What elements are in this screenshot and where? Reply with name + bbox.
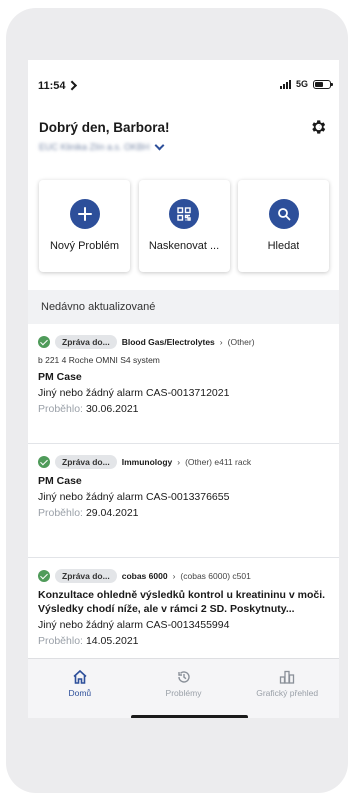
item-category: cobas 6000 <box>121 571 168 581</box>
scan-label: Naskenovat ... <box>148 240 220 252</box>
item-description: Jiný nebo žádný alarm CAS-0013712021 <box>38 387 230 399</box>
status-bar: 11:54 5G <box>28 60 339 92</box>
item-date: Proběhlo: 30.06.2021 <box>38 403 329 415</box>
signal-icon <box>279 79 291 89</box>
item-date-label: Proběhlo: <box>38 403 83 415</box>
home-indicator <box>131 715 248 718</box>
list-item[interactable]: Zpráva do... Immunology › (Other) e411 r… <box>28 444 339 558</box>
home-icon <box>73 669 87 684</box>
item-date-value: 14.05.2021 <box>85 635 139 647</box>
phone-frame: 11:54 5G Dobrý den, Barbora! EUC Klinika… <box>6 8 348 793</box>
organization-selector[interactable]: EUC Klinika Zlín a.s. OKBH <box>39 140 164 152</box>
status-time: 11:54 <box>38 80 77 92</box>
battery-icon <box>313 79 333 89</box>
item-category: Immunology <box>121 457 173 467</box>
item-subcategory: (cobas 6000) c501 <box>180 571 251 581</box>
item-date-label: Proběhlo: <box>38 507 83 519</box>
item-date-value: 29.04.2021 <box>85 507 139 519</box>
recent-section-header: Nedávno aktualizované <box>28 290 339 324</box>
item-category: Blood Gas/Electrolytes <box>121 337 215 347</box>
chevron-down-icon <box>154 140 164 150</box>
search-label: Hledat <box>267 240 300 252</box>
item-subcategory: (Other) <box>227 337 255 347</box>
item-meta: Zpráva do... Blood Gas/Electrolytes › (O… <box>38 335 329 349</box>
history-icon <box>177 671 190 683</box>
item-title: PM Case <box>38 371 82 383</box>
nav-graphical-overview[interactable]: Grafický přehled <box>235 659 339 718</box>
item-description: Jiný nebo žádný alarm CAS-0013455994 <box>38 619 230 631</box>
plus-icon <box>69 199 100 229</box>
item-title: PM Case <box>38 475 82 487</box>
recent-section-title: Nedávno aktualizované <box>41 301 156 313</box>
chevron-right-icon: › <box>172 571 176 581</box>
bottom-navigation: Domů Problémy Grafický přehled <box>28 658 339 718</box>
status-indicators: 5G <box>279 79 333 89</box>
status-badge: Zpráva do... <box>55 335 117 349</box>
check-circle-icon <box>38 336 50 348</box>
check-circle-icon <box>38 570 50 582</box>
gear-icon[interactable] <box>309 118 327 136</box>
item-description: Jiný nebo žádný alarm CAS-0013376655 <box>38 491 230 503</box>
new-problem-button[interactable]: Nový Problém <box>39 180 130 272</box>
location-arrow-icon <box>66 80 77 91</box>
search-icon <box>268 199 299 229</box>
nav-problems-label: Problémy <box>165 688 202 698</box>
qr-code-icon <box>169 199 199 229</box>
check-circle-icon <box>38 456 50 468</box>
new-problem-label: Nový Problém <box>49 240 120 252</box>
nav-graphical-overview-label: Grafický přehled <box>256 688 319 698</box>
nav-home-label: Domů <box>68 688 92 698</box>
status-badge: Zpráva do... <box>55 455 117 469</box>
search-button[interactable]: Hledat <box>238 180 329 272</box>
quick-actions: Nový Problém Naskenovat ... Hledat <box>39 180 329 272</box>
greeting-title: Dobrý den, Barbora! <box>39 120 170 135</box>
item-date-value: 30.06.2021 <box>85 403 139 415</box>
bar-chart-icon <box>280 670 295 684</box>
list-item[interactable]: Zpráva do... Blood Gas/Electrolytes › (O… <box>28 324 339 444</box>
item-subcategory: (Other) e411 rack <box>185 457 252 467</box>
scan-button[interactable]: Naskenovat ... <box>138 180 230 272</box>
item-date-label: Proběhlo: <box>38 635 83 647</box>
recent-list: Zpráva do... Blood Gas/Electrolytes › (O… <box>28 324 339 672</box>
item-meta: Zpráva do... Immunology › (Other) e411 r… <box>38 455 329 469</box>
item-meta: Zpráva do... cobas 6000 › (cobas 6000) c… <box>38 569 329 583</box>
nav-problems[interactable]: Problémy <box>132 659 236 718</box>
status-badge: Zpráva do... <box>55 569 117 583</box>
organization-name: EUC Klinika Zlín a.s. OKBH <box>39 142 150 152</box>
item-title: Konzultace ohledně výsledků kontrol u kr… <box>38 589 326 615</box>
nav-home[interactable]: Domů <box>28 659 132 718</box>
item-system: b 221 4 Roche OMNI S4 system <box>38 355 160 365</box>
list-item[interactable]: Zpráva do... cobas 6000 › (cobas 6000) c… <box>28 558 339 672</box>
network-label: 5G <box>295 79 308 89</box>
item-date: Proběhlo: 29.04.2021 <box>38 507 329 519</box>
app-screen: 11:54 5G Dobrý den, Barbora! EUC Klinika… <box>28 60 339 718</box>
chevron-right-icon: › <box>177 457 181 467</box>
item-date: Proběhlo: 14.05.2021 <box>38 635 329 647</box>
chevron-right-icon: › <box>219 337 223 347</box>
